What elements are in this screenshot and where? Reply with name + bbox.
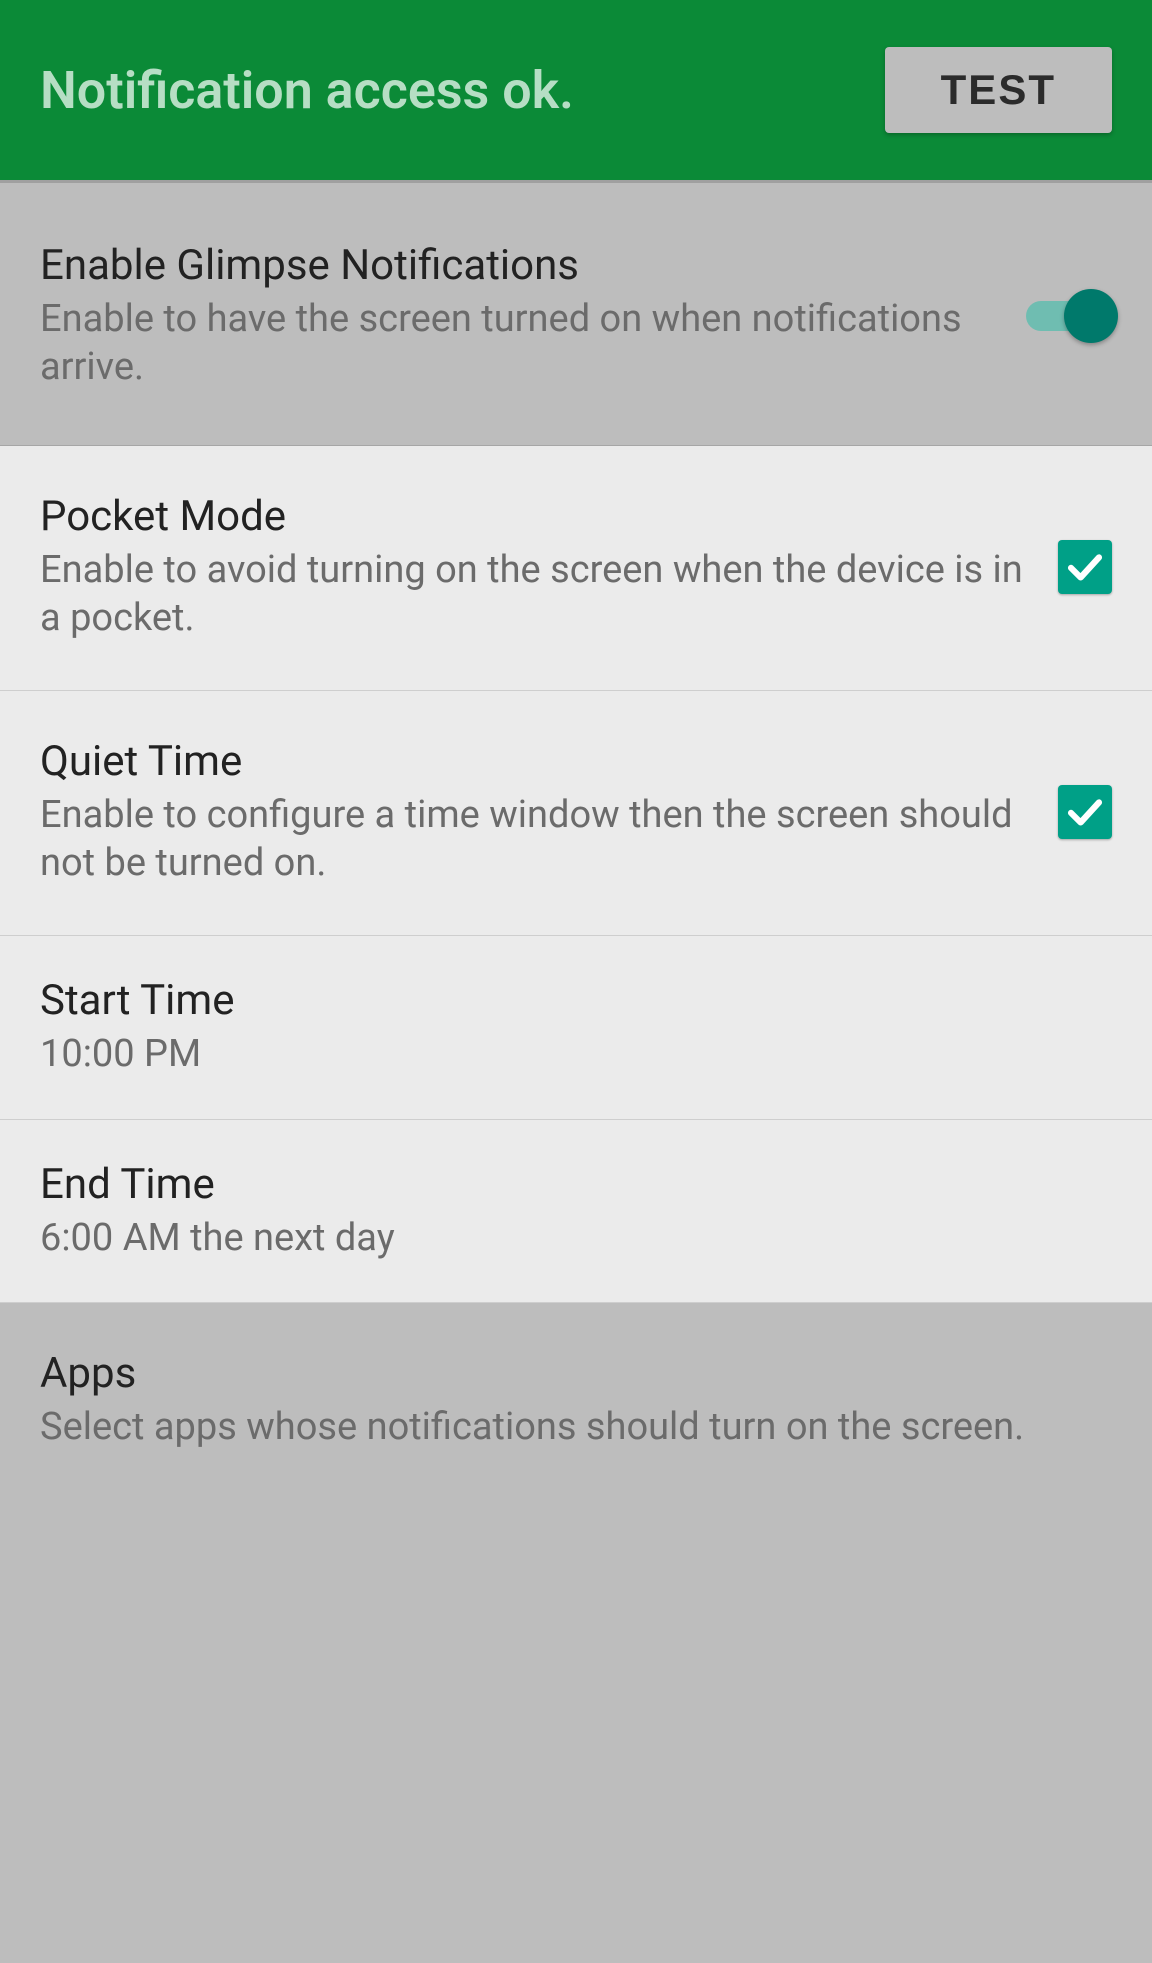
app-header: Notification access ok. TEST <box>0 0 1152 183</box>
row-subtitle: Select apps whose notifications should t… <box>40 1404 1082 1452</box>
enable-glimpse-toggle[interactable] <box>1026 289 1112 343</box>
quiet-time-checkbox[interactable] <box>1058 785 1112 839</box>
row-enable-glimpse[interactable]: Enable Glimpse Notifications Enable to h… <box>0 183 1152 446</box>
row-text: Enable Glimpse Notifications Enable to h… <box>40 241 1026 391</box>
row-subtitle: 6:00 AM the next day <box>40 1215 1082 1263</box>
row-title: Start Time <box>40 976 1082 1025</box>
row-pocket-mode[interactable]: Pocket Mode Enable to avoid turning on t… <box>0 446 1152 691</box>
row-start-time[interactable]: Start Time 10:00 PM <box>0 936 1152 1120</box>
test-button[interactable]: TEST <box>885 47 1112 133</box>
check-icon <box>1064 546 1106 588</box>
row-title: Pocket Mode <box>40 492 1028 541</box>
row-subtitle: Enable to avoid turning on the screen wh… <box>40 547 1028 642</box>
row-text: Quiet Time Enable to configure a time wi… <box>40 737 1058 887</box>
row-text: Start Time 10:00 PM <box>40 976 1112 1079</box>
row-title: Quiet Time <box>40 737 1028 786</box>
pocket-mode-checkbox[interactable] <box>1058 540 1112 594</box>
row-text: Apps Select apps whose notifications sho… <box>40 1349 1112 1452</box>
row-subtitle: 10:00 PM <box>40 1031 1082 1079</box>
row-subtitle: Enable to configure a time window then t… <box>40 792 1028 887</box>
row-text: Pocket Mode Enable to avoid turning on t… <box>40 492 1058 642</box>
toggle-thumb <box>1064 289 1118 343</box>
header-title: Notification access ok. <box>40 60 574 121</box>
row-quiet-time[interactable]: Quiet Time Enable to configure a time wi… <box>0 691 1152 936</box>
row-title: Enable Glimpse Notifications <box>40 241 996 290</box>
check-icon <box>1064 791 1106 833</box>
row-title: Apps <box>40 1349 1082 1398</box>
row-end-time[interactable]: End Time 6:00 AM the next day <box>0 1120 1152 1304</box>
settings-list: Enable Glimpse Notifications Enable to h… <box>0 183 1152 1572</box>
row-apps[interactable]: Apps Select apps whose notifications sho… <box>0 1303 1152 1572</box>
row-text: End Time 6:00 AM the next day <box>40 1160 1112 1263</box>
row-subtitle: Enable to have the screen turned on when… <box>40 296 996 391</box>
row-title: End Time <box>40 1160 1082 1209</box>
